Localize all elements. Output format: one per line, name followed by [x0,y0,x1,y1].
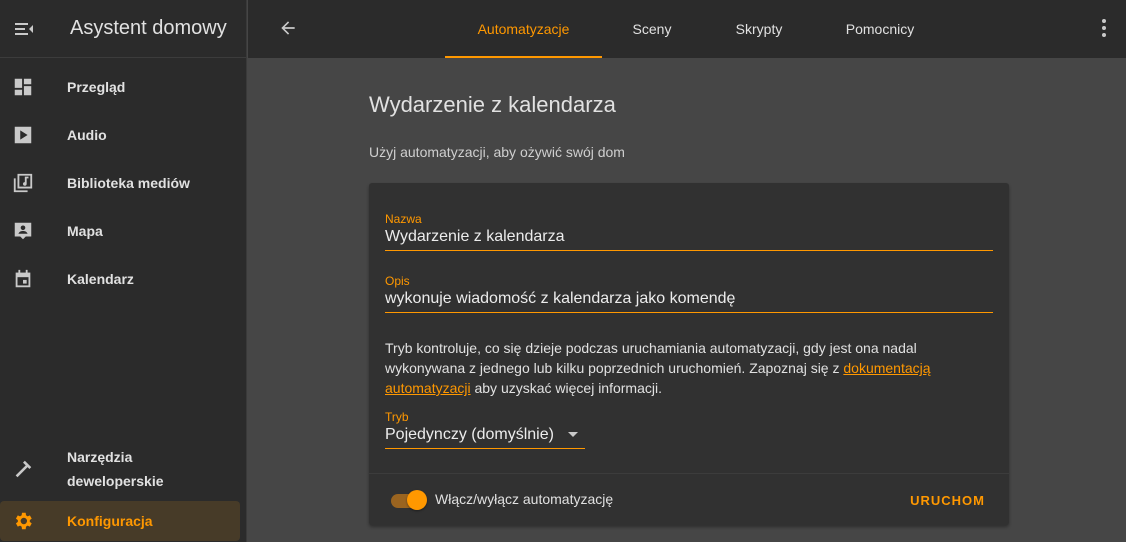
sidebar-item-overview[interactable]: Przegląd [0,67,240,107]
dashboard-icon [11,75,35,99]
sidebar-item-configuration[interactable]: Konfiguracja [0,501,240,541]
mode-selected-value: Pojedynczy (domyślnie) [385,426,554,443]
help-text-part: aby uzyskać więcej informacji. [470,380,662,396]
overflow-menu-button[interactable] [1092,14,1116,42]
sidebar-item-label: Narzędzia deweloperskie [67,449,164,489]
gear-icon [11,509,35,533]
automation-settings-card: Nazwa Wydarzenie z kalendarza Opis wykon… [369,183,1009,525]
arrow-left-icon [281,21,295,35]
tab-automations[interactable]: Automatyzacje [445,0,602,58]
sidebar-item-label: Konfiguracja [67,513,153,529]
calendar-icon [11,267,35,291]
run-button[interactable]: URUCHOM [902,483,993,517]
name-field[interactable]: Nazwa Wydarzenie z kalendarza [385,212,993,251]
sidebar-item-map[interactable]: Mapa [0,211,240,251]
mode-field-label: Tryb [385,410,409,424]
more-vertical-icon [1102,19,1106,37]
sidebar-item-label: Przegląd [67,79,126,95]
tab-scenes[interactable]: Sceny [622,0,682,58]
media-library-icon [11,171,35,195]
mode-help-text: Tryb kontroluje, co się dzieje podczas u… [385,338,955,398]
sidebar-item-label: Audio [67,127,107,143]
map-person-icon [11,219,35,243]
dropdown-arrow-icon [568,432,578,437]
sidebar-item-label: Kalendarz [67,271,134,287]
page-subtitle: Użyj automatyzacji, aby ożywić swój dom [369,144,625,160]
mode-field[interactable]: Tryb Pojedynczy (domyślnie) [385,410,585,449]
description-field-label: Opis [385,274,410,288]
sidebar: Asystent domowy Przegląd Audio Bibliotek… [0,0,247,542]
page-title: Wydarzenie z kalendarza [369,92,616,117]
name-field-label: Nazwa [385,212,422,226]
hammer-icon [11,457,35,481]
sidebar-item-label: Mapa [67,223,103,239]
sidebar-header: Asystent domowy [0,0,246,58]
sidebar-item-label: Biblioteka mediów [67,175,190,191]
sidebar-item-developer-tools[interactable]: Narzędzia deweloperskie [0,445,240,493]
menu-collapse-icon [15,22,33,35]
tab-scripts[interactable]: Skrypty [724,0,794,58]
play-icon [11,123,35,147]
app-title: Asystent domowy [70,17,227,39]
top-bar: Automatyzacje Sceny Skrypty Pomocnicy [248,0,1126,58]
enable-automation-toggle[interactable] [391,490,427,510]
mode-select[interactable]: Pojedynczy (domyślnie) [385,426,585,449]
back-button[interactable] [274,14,302,42]
toggle-label: Włącz/wyłącz automatyzację [435,491,614,507]
name-input[interactable]: Wydarzenie z kalendarza [385,228,993,251]
card-footer: Włącz/wyłącz automatyzację URUCHOM [369,473,1009,525]
toggle-thumb [407,490,427,510]
menu-toggle-button[interactable] [0,5,48,53]
help-text-part: Tryb kontroluje, co się dzieje podczas u… [385,340,917,376]
description-field[interactable]: Opis wykonuje wiadomość z kalendarza jak… [385,274,993,313]
tab-helpers[interactable]: Pomocnicy [838,0,922,58]
sidebar-item-audio[interactable]: Audio [0,115,240,155]
sidebar-item-calendar[interactable]: Kalendarz [0,259,240,299]
sidebar-item-media-library[interactable]: Biblioteka mediów [0,163,240,203]
description-input[interactable]: wykonuje wiadomość z kalendarza jako kom… [385,290,993,313]
